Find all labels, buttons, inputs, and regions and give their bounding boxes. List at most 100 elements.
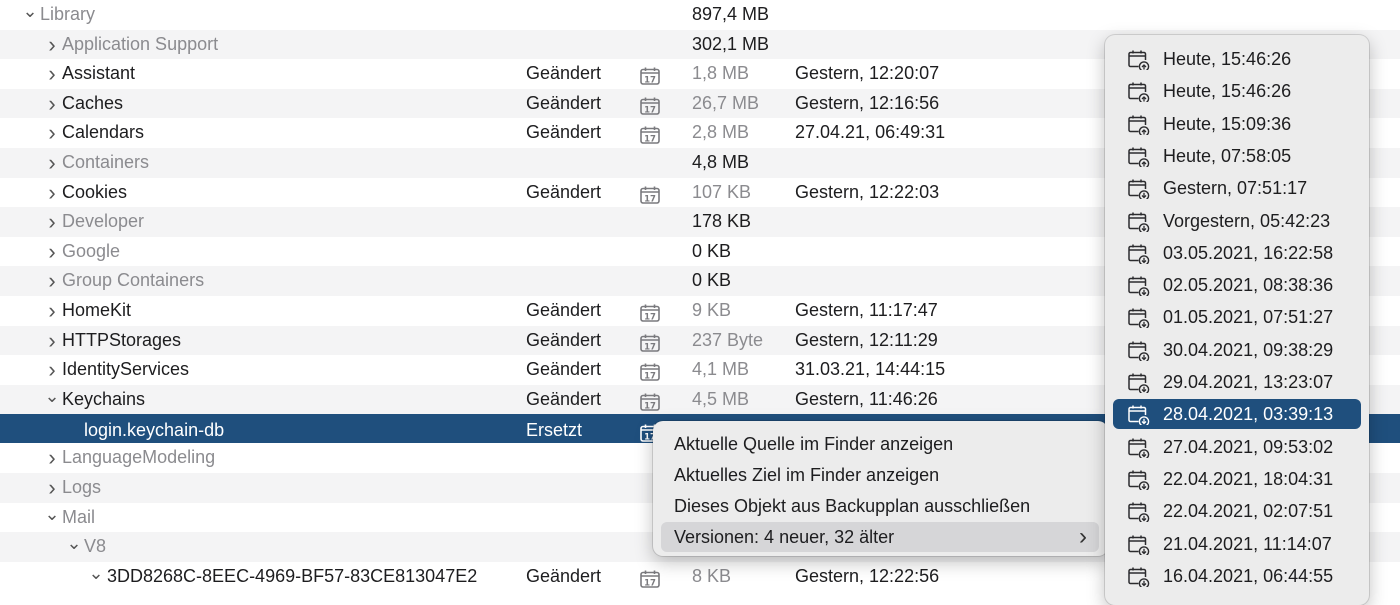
row-name: Keychains [62, 388, 146, 409]
calendar-17-icon[interactable]: 17 [640, 184, 660, 204]
version-item[interactable]: 29.04.2021, 13:23:07 [1113, 367, 1361, 397]
calendar-clock-icon [1128, 49, 1150, 72]
row-status: Geändert [526, 329, 602, 350]
version-item[interactable]: 21.04.2021, 11:14:07 [1113, 529, 1361, 559]
chevron-right-icon[interactable]: › [44, 30, 60, 60]
calendar-clock-icon [1128, 437, 1150, 460]
row-size: 4,8 MB [692, 151, 750, 172]
chevron-right-icon[interactable]: › [44, 326, 60, 356]
chevron-right-icon[interactable]: › [44, 237, 60, 267]
version-label: Heute, 15:46:26 [1163, 81, 1292, 102]
row-date: Gestern, 11:17:47 [795, 299, 938, 320]
chevron-right-icon[interactable]: › [44, 355, 60, 385]
version-item[interactable]: 03.05.2021, 16:22:58 [1113, 238, 1361, 268]
version-item[interactable]: Heute, 07:58:05 [1113, 141, 1361, 171]
version-label: 01.05.2021, 07:51:27 [1163, 307, 1334, 328]
chevron-right-icon[interactable]: › [44, 178, 60, 208]
version-item[interactable]: 30.04.2021, 09:38:29 [1113, 335, 1361, 365]
row-status: Geändert [526, 359, 602, 380]
calendar-clock-icon [1128, 114, 1150, 137]
calendar-clock-icon [1128, 404, 1150, 428]
row-size: 26,7 MB [692, 92, 760, 113]
row-status: Ersetzt [526, 420, 583, 441]
row-name: V8 [84, 536, 107, 557]
chevron-down-icon[interactable]: ⌄ [66, 532, 82, 562]
row-status: Geändert [526, 92, 602, 113]
row-date: Gestern, 11:46:26 [795, 388, 938, 409]
menu-item[interactable]: Aktuelle Quelle im Finder anzeigen [661, 429, 1099, 459]
calendar-clock-icon [1128, 178, 1150, 201]
version-item[interactable]: 02.05.2021, 08:38:36 [1113, 270, 1361, 300]
version-label: Heute, 15:09:36 [1163, 113, 1292, 134]
chevron-right-icon[interactable]: › [44, 266, 60, 296]
version-item[interactable]: 22.04.2021, 02:07:51 [1113, 496, 1361, 526]
row-name: Library [40, 4, 96, 24]
svg-text:17: 17 [644, 76, 656, 86]
version-item-selected[interactable]: 28.04.2021, 03:39:13 [1113, 399, 1361, 430]
chevron-right-icon[interactable]: › [44, 148, 60, 178]
version-item[interactable]: 22.04.2021, 18:04:31 [1113, 464, 1361, 494]
chevron-down-icon[interactable]: ⌄ [44, 503, 60, 533]
version-item[interactable]: Heute, 15:46:26 [1113, 76, 1361, 106]
calendar-clock-icon [1128, 243, 1150, 266]
chevron-right-icon[interactable]: › [44, 59, 60, 89]
calendar-clock-icon [1128, 211, 1150, 234]
row-name: Caches [62, 92, 124, 113]
version-item[interactable]: 27.04.2021, 09:53:02 [1113, 432, 1361, 462]
menu-item[interactable]: Dieses Objekt aus Backupplan ausschließe… [661, 491, 1099, 521]
version-item[interactable]: Gestern, 07:51:17 [1113, 173, 1361, 203]
tree-row[interactable]: ⌄ Library 897,4 MB [0, 0, 1400, 30]
menu-item-label: Aktuelles Ziel im Finder anzeigen [674, 465, 940, 485]
menu-item-label: Aktuelle Quelle im Finder anzeigen [674, 434, 954, 454]
row-size: 9 KB [692, 299, 732, 320]
row-size: 107 KB [692, 181, 752, 202]
chevron-right-icon[interactable]: › [44, 207, 60, 237]
version-item[interactable]: Heute, 15:46:26 [1113, 44, 1361, 74]
row-name: 3DD8268C-8EEC-4969-BF57-83CE813047E2 [107, 565, 478, 586]
row-name: Developer [62, 211, 145, 232]
version-item[interactable]: Heute, 15:09:36 [1113, 109, 1361, 139]
calendar-17-icon[interactable]: 17 [640, 568, 660, 588]
version-item[interactable]: 01.05.2021, 07:51:27 [1113, 302, 1361, 332]
calendar-clock-icon [1128, 501, 1150, 524]
row-name: HomeKit [62, 299, 132, 320]
row-date: Gestern, 12:22:56 [795, 565, 940, 586]
row-size: 2,8 MB [692, 122, 750, 143]
row-status: Geändert [526, 565, 602, 586]
chevron-down-icon[interactable]: ⌄ [88, 562, 104, 592]
svg-text:17: 17 [644, 135, 656, 145]
version-label: 28.04.2021, 03:39:13 [1163, 404, 1334, 425]
context-menu: Aktuelle Quelle im Finder anzeigen Aktuel… [653, 421, 1108, 556]
chevron-right-icon[interactable]: › [44, 296, 60, 326]
chevron-down-icon[interactable]: ⌄ [22, 0, 38, 30]
menu-item-versions[interactable]: Versionen: 4 neuer, 32 älter › [661, 522, 1099, 552]
version-item[interactable]: 16.04.2021, 06:44:55 [1113, 561, 1361, 591]
calendar-17-icon[interactable]: 17 [640, 332, 660, 352]
version-item[interactable]: Vorgestern, 05:42:23 [1113, 206, 1361, 236]
row-status: Geändert [526, 181, 602, 202]
version-label: 29.04.2021, 13:23:07 [1163, 372, 1334, 392]
calendar-clock-icon [1128, 566, 1150, 589]
chevron-right-icon[interactable]: › [44, 443, 60, 473]
row-size: 302,1 MB [692, 33, 770, 54]
calendar-clock-icon [1128, 534, 1150, 557]
svg-text:17: 17 [644, 401, 656, 411]
calendar-17-icon[interactable]: 17 [640, 302, 660, 322]
chevron-right-icon[interactable]: › [44, 118, 60, 148]
calendar-17-icon[interactable]: 17 [640, 65, 660, 86]
calendar-clock-icon [1128, 372, 1150, 395]
menu-item[interactable]: Aktuelles Ziel im Finder anzeigen [661, 460, 1099, 490]
chevron-right-icon[interactable]: › [44, 473, 60, 503]
calendar-17-icon[interactable]: 17 [640, 124, 660, 145]
row-name: Group Containers [62, 270, 205, 291]
calendar-17-icon[interactable]: 17 [640, 361, 660, 382]
row-name: Logs [62, 476, 102, 497]
row-date: 31.03.21, 14:44:15 [795, 359, 946, 380]
row-size: 4,5 MB [692, 388, 750, 409]
chevron-down-icon[interactable]: ⌄ [44, 385, 60, 415]
calendar-17-icon[interactable]: 17 [640, 95, 660, 115]
menu-item-label: Dieses Objekt aus Backupplan ausschließe… [674, 496, 1031, 516]
calendar-17-icon[interactable]: 17 [640, 391, 660, 411]
chevron-right-icon[interactable]: › [44, 89, 60, 119]
row-date: Gestern, 12:11:29 [795, 329, 938, 350]
